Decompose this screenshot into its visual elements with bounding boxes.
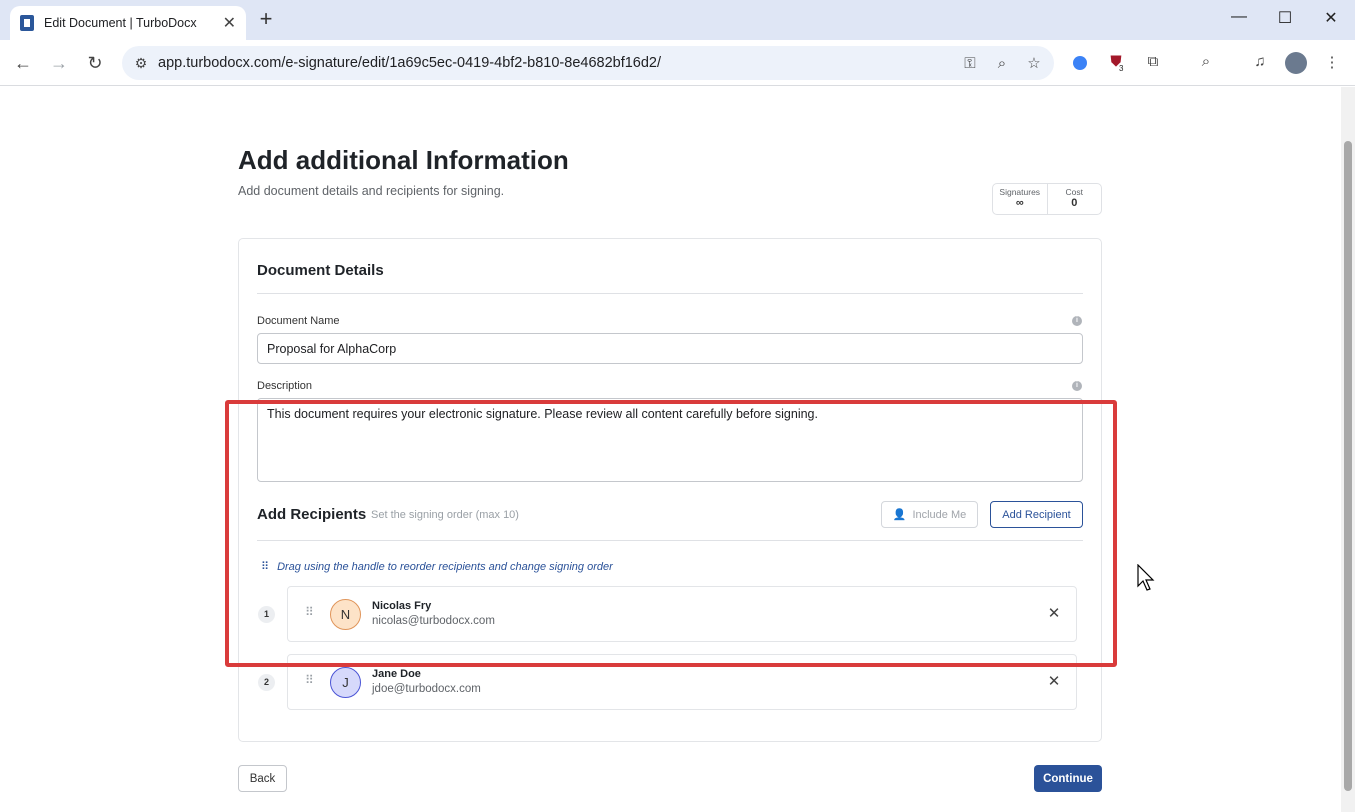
cost-value: 0 [1071,197,1078,209]
description-label: Description [257,380,313,392]
mouse-cursor-icon [1137,564,1155,591]
maximize-icon[interactable]: ☐ [1275,8,1295,28]
tab-title: Edit Document | TurboDocx [44,16,197,30]
scrollbar[interactable] [1341,87,1355,812]
key-icon[interactable]: ⚿ [958,55,982,72]
scroll-thumb[interactable] [1344,141,1352,791]
close-tab-icon[interactable]: ✕ [223,13,236,33]
description-textarea[interactable]: This document requires your electronic s… [257,398,1083,482]
back-arrow-icon[interactable]: ← [12,52,34,74]
browser-tab[interactable]: Edit Document | TurboDocx ✕ [10,6,246,40]
continue-button[interactable]: Continue [1034,765,1102,792]
recipient-name: Jane Doe [372,668,421,680]
include-me-button[interactable]: 👤 Include Me [881,501,978,528]
profile-avatar[interactable] [1285,52,1307,74]
remove-recipient-icon[interactable]: ✕ [1046,604,1062,622]
divider [257,293,1083,294]
recipient-email: jdoe@turbodocx.com [372,683,481,695]
recipient-email: nicolas@turbodocx.com [372,615,495,627]
usage-stats: Signatures ∞ Cost 0 [992,183,1102,215]
add-recipient-button[interactable]: Add Recipient [990,501,1083,528]
bookmark-star-icon[interactable]: ☆ [1022,54,1046,72]
drag-handle-icon: ⠿ [261,561,269,573]
recipients-subtitle: Set the signing order (max 10) [371,509,519,521]
signatures-stat: Signatures ∞ [993,184,1047,214]
drag-hint: ⠿ Drag using the handle to reorder recip… [261,560,613,574]
document-name-input[interactable]: Proposal for AlphaCorp [257,333,1083,364]
document-favicon-icon [20,15,34,31]
remove-recipient-icon[interactable]: ✕ [1046,672,1062,690]
drag-handle-icon[interactable]: ⠿ [305,673,314,687]
recipient-row: ⠿ J Jane Doe jdoe@turbodocx.com ✕ [287,654,1077,710]
include-me-label: Include Me [912,508,967,521]
site-settings-icon[interactable]: ⚙ [132,55,150,72]
signatures-value: ∞ [1015,197,1024,209]
info-icon[interactable]: i [1072,316,1082,326]
add-user-icon: 👤 [892,509,907,521]
media-control-icon[interactable]: ♫ [1249,53,1271,73]
order-badge: 2 [258,674,275,691]
close-window-icon[interactable]: ✕ [1321,8,1341,28]
extension-dot-icon[interactable] [1073,56,1087,70]
back-button[interactable]: Back [238,765,287,792]
new-tab-icon[interactable]: + [256,8,276,30]
page-subtitle: Add document details and recipients for … [238,184,505,198]
cost-stat: Cost 0 [1046,184,1102,214]
tab-search-icon[interactable]: ⌕ [1195,53,1217,73]
order-badge: 1 [258,606,275,623]
document-name-label: Document Name [257,315,340,327]
address-bar[interactable]: ⚙ app.turbodocx.com/e-signature/edit/1a6… [122,46,1054,80]
document-details-heading: Document Details [257,262,384,279]
divider [257,540,1083,541]
browser-tab-strip: Edit Document | TurboDocx ✕ + — ☐ ✕ [0,0,1355,40]
recipient-name: Nicolas Fry [372,600,432,612]
signatures-label: Signatures [999,187,1041,197]
url-text[interactable]: app.turbodocx.com/e-signature/edit/1a69c… [158,55,958,71]
extension-badge: 3 [1119,64,1124,73]
zoom-icon[interactable]: ⌕ [990,55,1014,72]
reload-icon[interactable]: ↻ [84,52,106,74]
cost-label: Cost [1065,187,1083,197]
page-title: Add additional Information [238,145,569,175]
details-card: Document Details Document Name i Proposa… [238,238,1102,742]
avatar: N [330,599,361,630]
browser-toolbar: ← → ↻ ⚙ app.turbodocx.com/e-signature/ed… [0,40,1355,86]
avatar: J [330,667,361,698]
forward-arrow-icon[interactable]: → [48,52,70,74]
drag-hint-text: Drag using the handle to reorder recipie… [277,560,613,573]
info-icon[interactable]: i [1072,381,1082,391]
menu-dots-icon[interactable]: ⋮ [1321,53,1343,73]
shield-extension-icon[interactable]: ⛊ [1105,53,1127,73]
add-recipients-heading: Add Recipients [257,506,367,523]
recipient-row: ⠿ N Nicolas Fry nicolas@turbodocx.com ✕ [287,586,1077,642]
minimize-icon[interactable]: — [1229,8,1249,26]
extensions-puzzle-icon[interactable]: ⧉ [1142,53,1164,73]
drag-handle-icon[interactable]: ⠿ [305,605,314,619]
page-content: Add additional Information Add document … [0,87,1341,812]
